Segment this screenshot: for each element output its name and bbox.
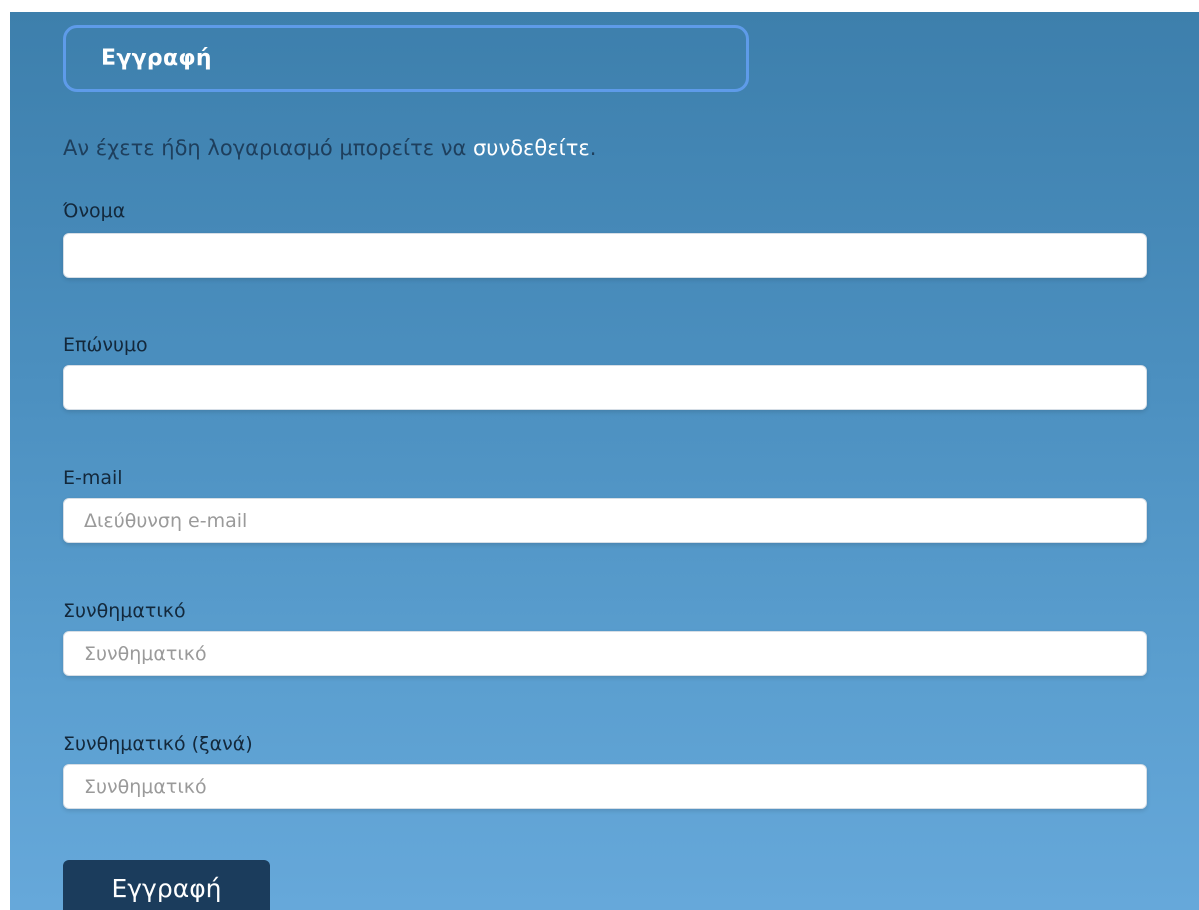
last-name-field[interactable] [63,365,1147,410]
register-button[interactable]: Εγγραφή [63,860,270,910]
login-prompt-suffix: . [589,136,597,160]
login-prompt: Αν έχετε ήδη λογαριασμό μπορείτε να συνδ… [63,136,596,160]
page-title: Εγγραφή [101,46,212,71]
password-repeat-field[interactable] [63,764,1147,809]
login-prompt-text: Αν έχετε ήδη λογαριασμό μπορείτε να [63,136,473,160]
password-label: Συνθηματικό [63,600,186,622]
first-name-field[interactable] [63,233,1147,278]
last-name-label: Επώνυμο [63,334,148,356]
first-name-label: Όνομα [63,200,126,222]
email-label: E-mail [63,467,123,489]
registration-panel: Εγγραφή Αν έχετε ήδη λογαριασμό μπορείτε… [10,12,1199,910]
email-field[interactable] [63,498,1147,543]
password-field[interactable] [63,631,1147,676]
page-title-box: Εγγραφή [63,25,749,92]
password-repeat-label: Συνθηματικό (ξανά) [63,733,253,755]
login-link[interactable]: συνδεθείτε [473,136,590,160]
